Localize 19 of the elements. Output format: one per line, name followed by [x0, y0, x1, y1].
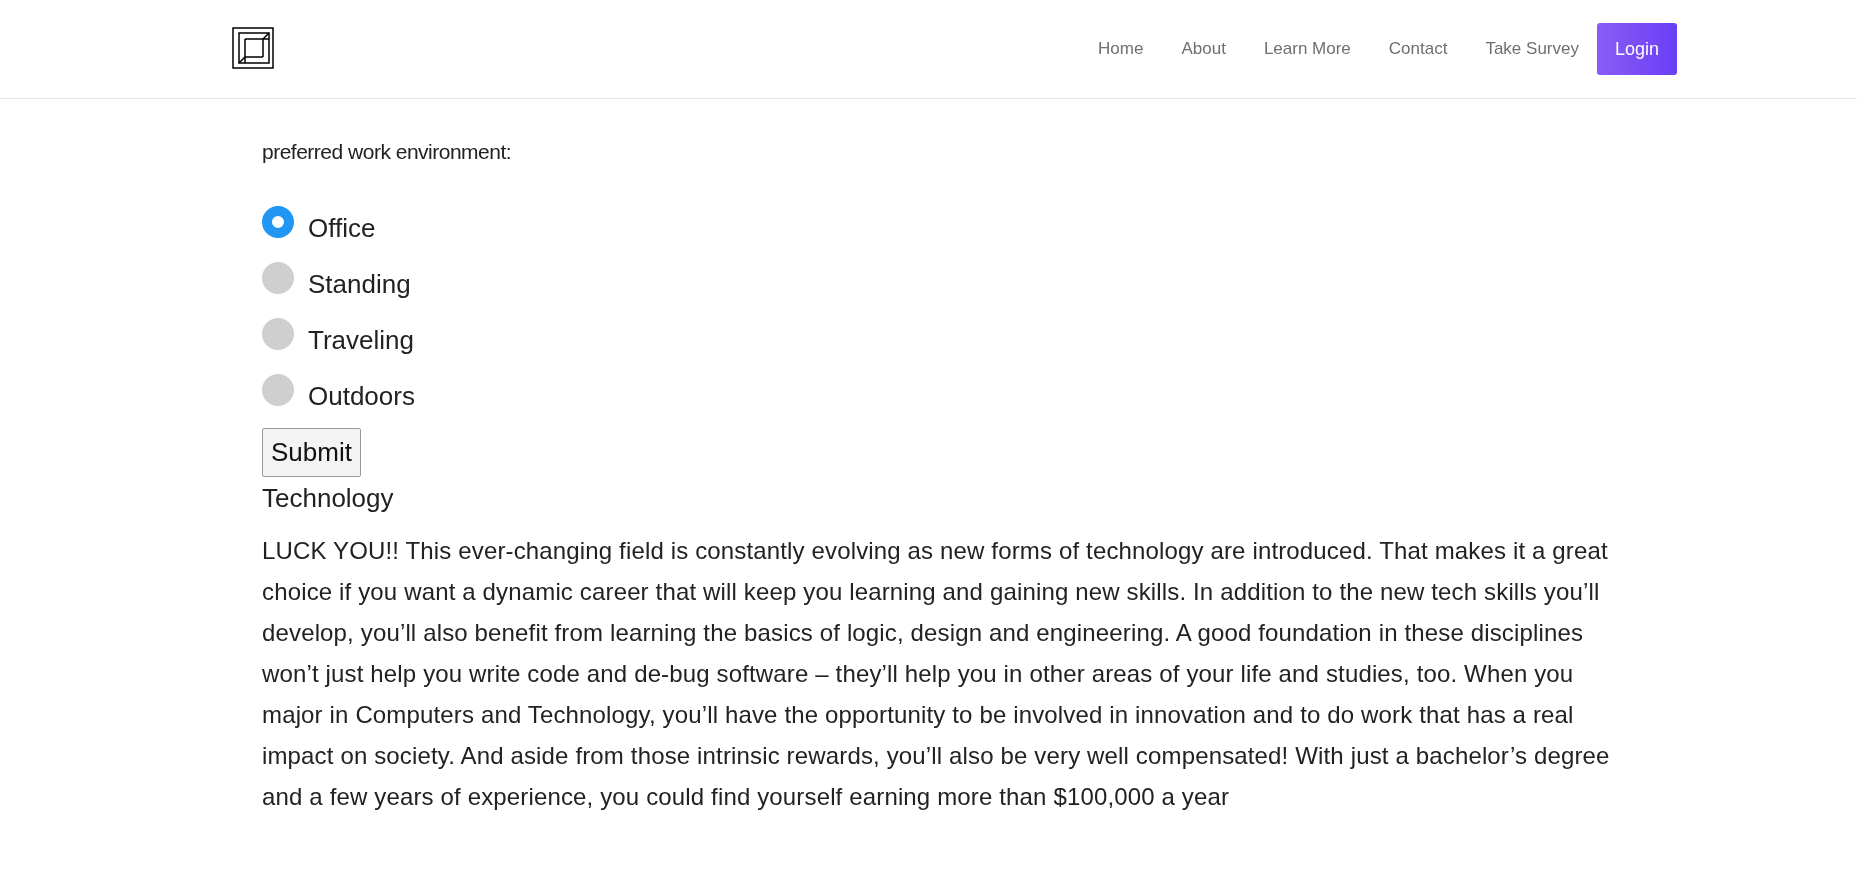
question-label: preferred work environment: [262, 140, 513, 164]
option-label: Standing [308, 268, 411, 300]
radio-button[interactable] [262, 318, 294, 350]
result-paragraph: LUCK YOU!! This ever-changing field is constantly evolving as new forms of technology are introduced. That makes it a great choice if you want a dynamic career that will keep you learning and gaining new skills. In addition to the new tech skills you’ll develop, you’ll also benefit from learning the basics of logic, design and engineering. A good foundation in these disciplines won’t just help you write code and de-bug software – they’ll help you in other areas of your life and studies, too. When you major in Computers and Technology, you’ll have the opportunity to be involved in innovation and to do work that has a real impact on society. And aside from those intrinsic rewards, you’ll also be very well compensated! With just a bachelor’s degree and a few years of experience, you could find yourself earning more than $100,000 a year [262, 536, 1611, 812]
option-label: Traveling [308, 324, 414, 356]
option-label: Office [308, 212, 376, 244]
option-label: Outdoors [308, 380, 415, 412]
nav-link[interactable]: Take Survey [1485, 39, 1579, 59]
nav-link[interactable]: Contact [1388, 39, 1448, 59]
radio-button[interactable] [262, 262, 294, 294]
nav-link[interactable]: Home [1098, 39, 1144, 59]
logo-icon[interactable] [232, 27, 276, 71]
submit-button[interactable]: Submit [262, 428, 361, 477]
radio-button[interactable] [262, 206, 294, 238]
nav-link[interactable]: Learn More [1263, 39, 1351, 59]
radio-button[interactable] [262, 374, 294, 406]
result-title: Technology [262, 483, 395, 514]
nav-link[interactable]: About [1181, 39, 1226, 59]
login-button[interactable]: Login [1596, 23, 1677, 75]
